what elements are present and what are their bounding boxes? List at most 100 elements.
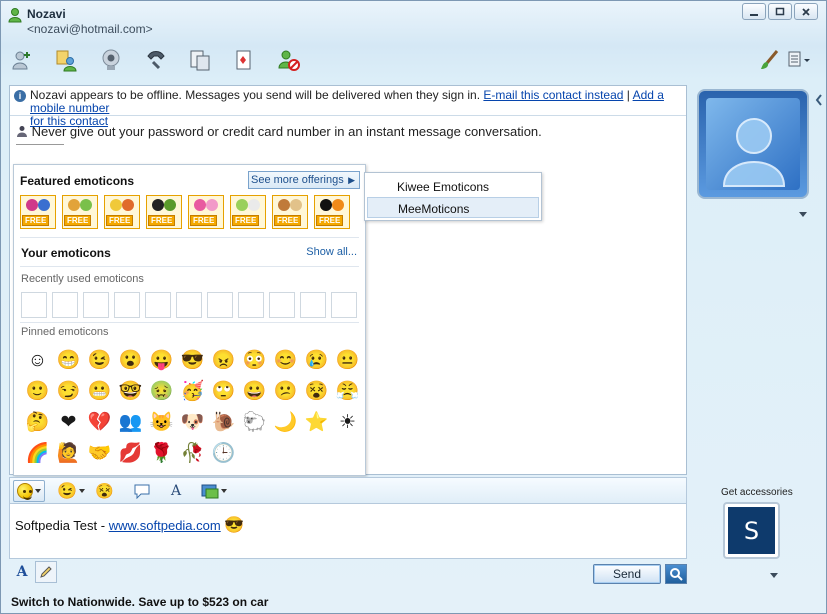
send-button[interactable]: Send — [593, 564, 661, 584]
change-font-button[interactable]: A — [168, 480, 184, 502]
pinned-emoticon[interactable]: 😳 — [239, 345, 270, 376]
recent-slot[interactable] — [21, 292, 47, 318]
recent-slot[interactable] — [176, 292, 202, 318]
pinned-emoticon[interactable]: 🌙 — [270, 407, 301, 438]
invite-contact-button[interactable] — [9, 47, 35, 73]
pinned-emoticon[interactable]: 😮 — [115, 345, 146, 376]
show-menu-button[interactable] — [787, 47, 813, 73]
pinned-emoticon[interactable]: 💔 — [84, 407, 115, 438]
share-files-button[interactable] — [54, 47, 80, 73]
pinned-emoticon[interactable]: 😊 — [270, 345, 301, 376]
maximize-button[interactable] — [768, 3, 792, 20]
pinned-emoticon[interactable]: 😉 — [84, 345, 115, 376]
pinned-emoticon[interactable]: 😛 — [146, 345, 177, 376]
emoticon-pack-icon — [25, 198, 51, 212]
email-contact-link[interactable]: E-mail this contact instead — [483, 88, 623, 102]
minimize-button[interactable] — [742, 3, 766, 20]
collapse-sidebar-button[interactable] — [815, 93, 823, 109]
pinned-emoticon[interactable]: 🕒 — [208, 438, 239, 469]
avatar-dropdown-button[interactable] — [799, 210, 807, 219]
winks-button[interactable]: 😉 — [54, 480, 88, 502]
activities-button[interactable] — [187, 47, 213, 73]
recent-slot[interactable] — [52, 292, 78, 318]
pinned-emoticon[interactable]: 🙋 — [53, 438, 84, 469]
pinned-emoticon[interactable]: 🤝 — [84, 438, 115, 469]
pinned-emoticon[interactable]: 🤔 — [22, 407, 53, 438]
chevron-left-icon — [815, 94, 823, 106]
my-picture-dropdown-button[interactable] — [770, 571, 778, 580]
recent-slot[interactable] — [331, 292, 357, 318]
block-contact-button[interactable] — [276, 47, 302, 73]
voice-clip-button[interactable] — [130, 480, 154, 502]
games-button[interactable] — [231, 47, 257, 73]
featured-emoticon[interactable]: FREE — [146, 195, 182, 229]
emoticons-button[interactable] — [13, 480, 45, 502]
pinned-emoticon[interactable]: 😀 — [239, 376, 270, 407]
pinned-emoticon[interactable]: 🙂 — [22, 376, 53, 407]
menu-item-meemoticons[interactable]: MeeMoticons — [367, 197, 539, 218]
menu-item-kiwee[interactable]: Kiwee Emoticons — [367, 176, 539, 197]
my-display-picture[interactable]: S — [723, 502, 780, 559]
featured-emoticon[interactable]: FREE — [230, 195, 266, 229]
pinned-emoticon[interactable]: 😬 — [84, 376, 115, 407]
featured-emoticon[interactable]: FREE — [188, 195, 224, 229]
contact-display-picture[interactable] — [697, 89, 809, 199]
featured-emoticon[interactable]: FREE — [272, 195, 308, 229]
pinned-emoticon[interactable]: ⭐ — [301, 407, 332, 438]
featured-emoticon[interactable]: FREE — [314, 195, 350, 229]
font-icon: A — [171, 483, 181, 499]
pinned-emoticon[interactable]: 🤓 — [115, 376, 146, 407]
pinned-emoticon[interactable]: 🐶 — [177, 407, 208, 438]
featured-emoticon[interactable]: FREE — [62, 195, 98, 229]
nudge-button[interactable]: 😵 — [92, 480, 117, 502]
pinned-emoticon[interactable]: 🐌 — [208, 407, 239, 438]
pinned-emoticon[interactable]: 🥀 — [177, 438, 208, 469]
pinned-emoticon[interactable]: 😁 — [53, 345, 84, 376]
pinned-emoticon[interactable]: 😠 — [208, 345, 239, 376]
pinned-emoticon[interactable]: 🤢 — [146, 376, 177, 407]
font-style-button[interactable]: A — [11, 561, 33, 583]
pinned-emoticon[interactable]: 👥 — [115, 407, 146, 438]
pinned-emoticon[interactable]: 💋 — [115, 438, 146, 469]
pinned-emoticon[interactable]: 🥳 — [177, 376, 208, 407]
chevron-right-icon: ▶ — [348, 175, 355, 186]
pinned-emoticon[interactable]: 😕 — [270, 376, 301, 407]
featured-emoticon[interactable]: FREE — [104, 195, 140, 229]
recent-slot[interactable] — [83, 292, 109, 318]
video-call-button[interactable] — [98, 47, 124, 73]
recent-slot[interactable] — [145, 292, 171, 318]
pinned-emoticon[interactable]: 😏 — [53, 376, 84, 407]
pinned-emoticon[interactable]: 🙄 — [208, 376, 239, 407]
pinned-emoticon[interactable]: 😢 — [301, 345, 332, 376]
pinned-emoticon[interactable]: ❤ — [53, 407, 84, 438]
recent-slot[interactable] — [207, 292, 233, 318]
footer-ad-link[interactable]: Switch to Nationwide. Save up to $523 on… — [11, 595, 268, 609]
see-more-offerings-button[interactable]: See more offerings ▶ — [248, 171, 360, 189]
search-button[interactable] — [665, 564, 687, 584]
message-link[interactable]: www.softpedia.com — [109, 518, 221, 533]
recent-slot[interactable] — [238, 292, 264, 318]
pinned-emoticon[interactable]: 🌹 — [146, 438, 177, 469]
pinned-emoticon[interactable]: 😵 — [301, 376, 332, 407]
pinned-emoticon[interactable]: 🐑 — [239, 407, 270, 438]
maximize-icon — [775, 7, 785, 16]
phone-call-button[interactable] — [143, 47, 169, 73]
background-button[interactable] — [198, 480, 230, 502]
pinned-emoticon[interactable]: 😐 — [332, 345, 363, 376]
recent-slot[interactable] — [269, 292, 295, 318]
pinned-emoticon[interactable]: 😤 — [332, 376, 363, 407]
pinned-emoticon[interactable]: 🌈 — [22, 438, 53, 469]
pinned-emoticon[interactable]: ☺ — [22, 345, 53, 376]
theme-button[interactable] — [757, 47, 783, 73]
pinned-emoticon[interactable]: 😺 — [146, 407, 177, 438]
featured-emoticon[interactable]: FREE — [20, 195, 56, 229]
recent-slot[interactable] — [114, 292, 140, 318]
show-all-link[interactable]: Show all... — [306, 246, 357, 258]
handwriting-button[interactable] — [35, 561, 57, 583]
pinned-emoticon[interactable]: 😎 — [177, 345, 208, 376]
close-button[interactable] — [794, 3, 818, 20]
message-input[interactable]: Softpedia Test - www.softpedia.com 😎 — [9, 503, 687, 559]
chevron-down-icon — [221, 489, 227, 493]
pinned-emoticon[interactable]: ☀ — [332, 407, 363, 438]
recent-slot[interactable] — [300, 292, 326, 318]
